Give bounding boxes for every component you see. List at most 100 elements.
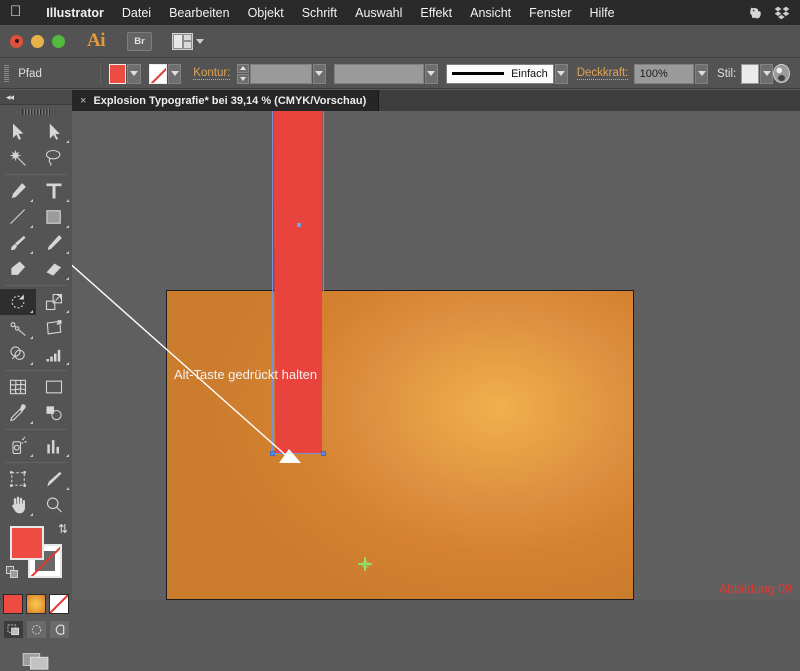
minimize-window-button[interactable] [31,35,44,48]
draw-normal-button[interactable] [3,620,24,639]
paintbrush-tool[interactable] [0,230,36,256]
evernote-icon[interactable] [748,5,764,21]
hand-icon [8,495,28,515]
line-segment-tool[interactable] [0,204,36,230]
opacity-label[interactable]: Deckkraft: [577,67,629,80]
mesh-tool[interactable] [0,374,36,400]
collapse-panel-icon[interactable]: ◂◂ [6,92,13,103]
variable-width-profile-dropdown[interactable] [425,64,438,84]
document-tab[interactable]: × Explosion Typografie* bei 39,14 % (CMY… [72,90,379,111]
stroke-weight-stepper[interactable] [237,64,248,84]
perspective-grid-tool[interactable] [36,341,72,367]
menu-item-bearbeiten[interactable]: Bearbeiten [160,0,238,25]
color-button[interactable] [3,594,23,614]
stroke-weight-field[interactable] [250,64,312,84]
zoom-tool[interactable] [36,492,72,518]
arrange-documents-button[interactable] [172,33,204,50]
screen-mode-button[interactable] [0,649,72,671]
stroke-color-swatch[interactable] [149,64,167,84]
menu-item-hilfe[interactable]: Hilfe [581,0,624,25]
symbol-sprayer-tool[interactable] [0,433,36,459]
close-icon[interactable]: × [80,95,86,107]
lasso-tool[interactable] [36,145,72,171]
scale-tool[interactable] [36,289,72,315]
swap-fill-stroke-icon[interactable]: ⇅ [58,522,68,536]
draw-behind-button[interactable] [26,620,47,639]
lasso-icon [44,148,64,168]
control-bar-grip[interactable] [4,65,9,83]
menu-item-objekt[interactable]: Objekt [239,0,293,25]
type-tool[interactable] [36,178,72,204]
gradient-tool[interactable] [36,374,72,400]
rectangle-tool[interactable] [36,204,72,230]
shape-builder-tool[interactable] [0,341,36,367]
drawing-modes [0,620,72,639]
apple-logo-icon[interactable]:  [10,4,21,19]
red-bar-shape[interactable] [272,111,324,454]
rotation-origin-marker[interactable] [358,557,372,571]
menu-item-datei[interactable]: Datei [113,0,160,25]
width-icon [8,318,28,338]
document-setup-icon[interactable] [773,64,790,83]
menu-item-ansicht[interactable]: Ansicht [461,0,520,25]
direct-selection-tool[interactable] [36,119,72,145]
artboard[interactable] [166,290,634,600]
fill-color-swatch[interactable] [109,64,127,84]
dropbox-icon[interactable] [774,5,790,21]
fill-color-box[interactable] [10,526,44,560]
tool-more-indicator [30,513,33,516]
stroke-weight-label[interactable]: Kontur: [193,67,230,80]
gradient-button[interactable] [26,594,46,614]
stroke-weight-dropdown[interactable] [313,64,326,84]
maximize-window-button[interactable] [52,35,65,48]
tool-more-indicator [30,199,33,202]
go-to-bridge-button[interactable]: Br [127,32,152,51]
menu-item-auswahl[interactable]: Auswahl [346,0,411,25]
close-window-button[interactable] [10,35,23,48]
brush-definition-dropdown[interactable] [555,64,568,84]
pencil-tool[interactable] [36,230,72,256]
menu-item-effekt[interactable]: Effekt [411,0,461,25]
document-canvas[interactable]: Alt-Taste gedrückt halten Abbildung 09 [72,111,800,600]
free-transform-tool[interactable] [36,315,72,341]
variable-width-profile-field[interactable] [334,64,424,84]
blend-tool[interactable] [36,400,72,426]
graphic-style-swatch[interactable] [741,64,759,84]
menu-item-fenster[interactable]: Fenster [520,0,580,25]
rotate-tool[interactable] [0,289,36,315]
hand-tool[interactable] [0,492,36,518]
eyedropper-tool[interactable] [0,400,36,426]
eraser-tool[interactable] [36,256,72,282]
graphic-style-dropdown[interactable] [760,64,773,84]
slice-tool[interactable] [36,466,72,492]
bar-graph-icon [44,436,64,456]
chevron-down-icon [130,71,138,76]
stroke-color-dropdown[interactable] [168,64,181,84]
pen-tool[interactable] [0,178,36,204]
stepper-down[interactable] [237,74,248,84]
fill-color-dropdown[interactable] [127,64,140,84]
menu-item-illustrator[interactable]: Illustrator [37,0,113,25]
selection-tool[interactable] [0,119,36,145]
tools-group-color [0,374,72,426]
chevron-down-icon [196,39,204,44]
tool-more-indicator [30,421,33,424]
none-button[interactable] [49,594,69,614]
menu-item-schrift[interactable]: Schrift [293,0,346,25]
stepper-up[interactable] [237,64,248,74]
draw-normal-icon [7,624,20,636]
draw-inside-button[interactable] [49,620,70,639]
blob-brush-tool[interactable] [0,256,36,282]
rotate-icon [8,292,28,312]
magic-wand-tool[interactable] [0,145,36,171]
brush-definition-field[interactable]: Einfach [446,64,554,84]
tools-panel-grip[interactable] [0,105,72,119]
column-graph-tool[interactable] [36,433,72,459]
default-fill-stroke-icon[interactable] [6,566,19,579]
width-tool[interactable] [0,315,36,341]
opacity-dropdown[interactable] [695,64,708,84]
opacity-field[interactable]: 100% [634,64,694,84]
tools-panel-header[interactable]: ◂◂ [0,90,72,105]
line-icon [8,207,28,227]
artboard-tool[interactable] [0,466,36,492]
